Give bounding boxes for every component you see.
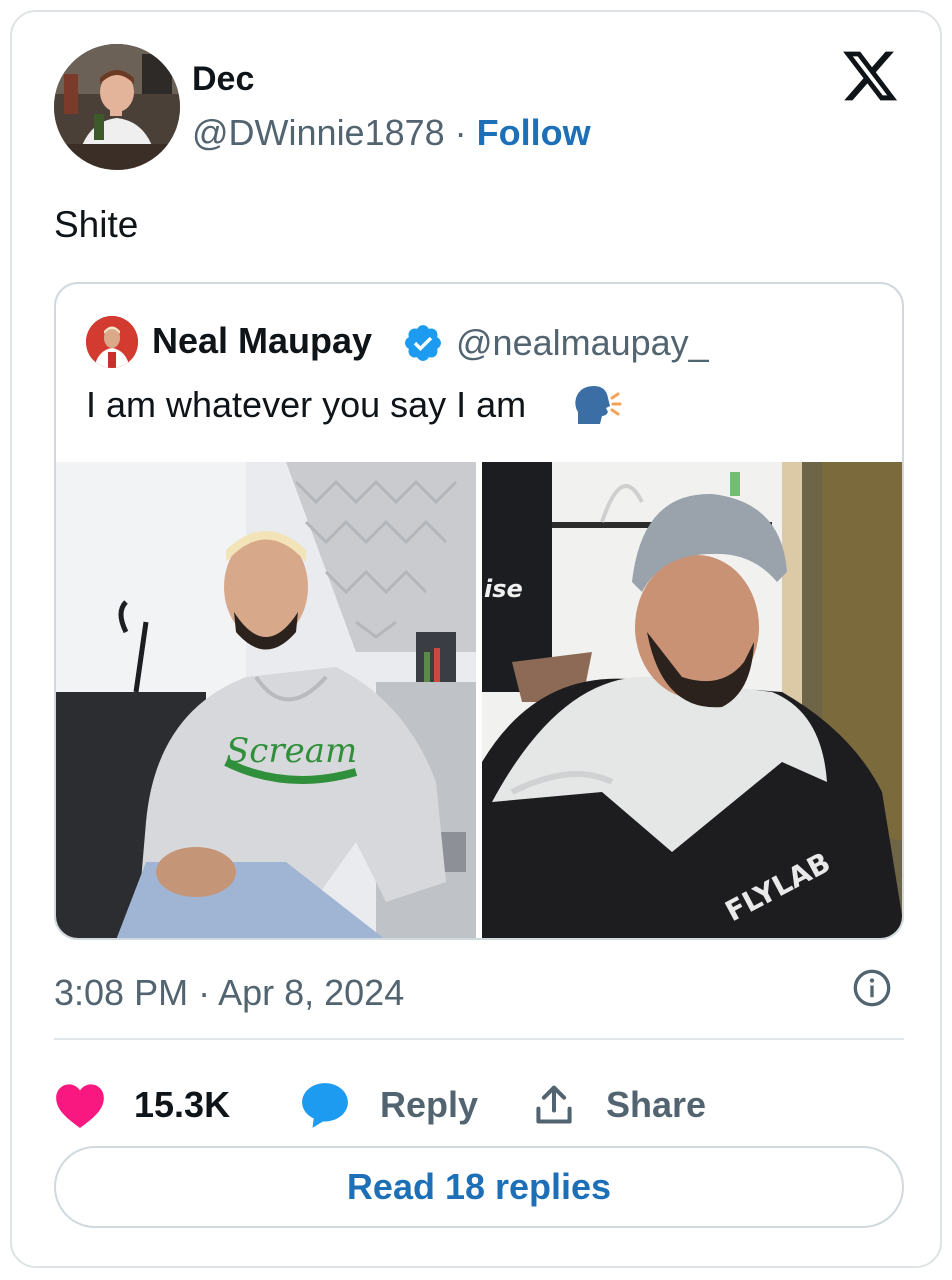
author-meta: @DWinnie1878 · Follow bbox=[192, 112, 591, 154]
quoted-tweet-text: I am whatever you say I am bbox=[86, 384, 527, 425]
quoted-photo-right[interactable]: ise FLYLAB bbox=[482, 462, 902, 938]
reply-label: Reply bbox=[380, 1084, 479, 1125]
hoodie-text: Scream bbox=[226, 731, 357, 771]
reply-bubble-icon bbox=[302, 1083, 348, 1128]
meta-separator: · bbox=[444, 112, 477, 153]
share-button[interactable]: Share bbox=[532, 1070, 706, 1140]
quoted-author-name[interactable]: Neal Maupay bbox=[152, 320, 372, 362]
shirt-text: ise bbox=[484, 575, 523, 603]
author-handle[interactable]: @DWinnie1878 bbox=[192, 112, 445, 153]
x-logo-icon[interactable] bbox=[840, 46, 900, 106]
quoted-photo-left[interactable]: Scream bbox=[56, 462, 476, 938]
follow-link[interactable]: Follow bbox=[477, 112, 591, 153]
author-name[interactable]: Dec bbox=[192, 60, 254, 99]
quoted-author-avatar[interactable] bbox=[86, 316, 138, 368]
quoted-author-handle[interactable]: @nealmaupay_ bbox=[456, 322, 709, 364]
speaking-head-icon bbox=[575, 386, 622, 424]
share-icon bbox=[536, 1085, 572, 1124]
like-button[interactable]: 15.3K bbox=[54, 1070, 230, 1140]
author-avatar[interactable] bbox=[54, 44, 180, 170]
heart-icon bbox=[56, 1084, 104, 1128]
quoted-tweet[interactable]: Neal Maupay @nealmaupay_ I am whatever y… bbox=[54, 282, 904, 940]
info-icon[interactable] bbox=[852, 968, 892, 1008]
divider bbox=[54, 1038, 904, 1040]
verified-badge-icon bbox=[405, 325, 441, 361]
tweet-embed-card: Dec @DWinnie1878 · Follow Shite Neal Mau… bbox=[10, 10, 942, 1268]
tweet-timestamp[interactable]: 3:08 PM · Apr 8, 2024 bbox=[54, 972, 404, 1014]
share-label: Share bbox=[606, 1084, 707, 1125]
read-replies-button[interactable]: Read 18 replies bbox=[54, 1146, 904, 1228]
reply-button[interactable]: Reply bbox=[300, 1070, 478, 1140]
tweet-text: Shite bbox=[54, 204, 139, 245]
like-count: 15.3K bbox=[134, 1084, 231, 1125]
